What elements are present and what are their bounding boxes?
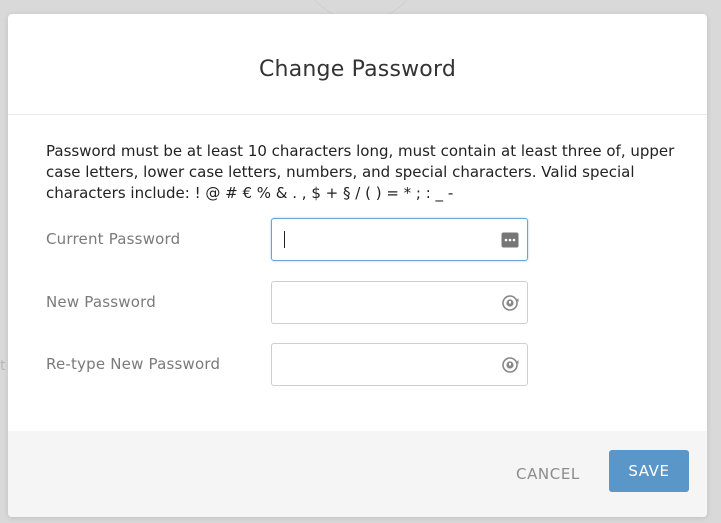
current-password-input[interactable] <box>272 219 492 260</box>
current-password-field[interactable] <box>271 218 528 261</box>
save-button[interactable]: SAVE <box>609 450 689 492</box>
current-password-label: Current Password <box>46 230 181 248</box>
password-generate-icon[interactable] <box>501 356 519 374</box>
retype-password-field[interactable] <box>271 343 528 386</box>
retype-password-label: Re-type New Password <box>46 355 221 373</box>
dialog-body: Password must be at least 10 characters … <box>8 115 707 430</box>
text-caret <box>284 231 285 248</box>
dialog-footer: CANCEL SAVE <box>8 431 707 517</box>
password-requirements-text: Password must be at least 10 characters … <box>46 142 675 202</box>
dialog-title: Change Password <box>259 56 456 82</box>
retype-password-row: Re-type New Password <box>46 343 528 386</box>
cancel-button[interactable]: CANCEL <box>502 454 594 494</box>
change-password-dialog: Change Password Password must be at leas… <box>8 14 707 517</box>
password-dots-icon[interactable] <box>501 231 519 249</box>
new-password-row: New Password <box>46 281 528 324</box>
dialog-header: Change Password <box>8 14 707 115</box>
new-password-input[interactable] <box>272 282 492 323</box>
retype-password-input[interactable] <box>272 344 492 385</box>
current-password-row: Current Password <box>46 218 528 261</box>
new-password-field[interactable] <box>271 281 528 324</box>
background-text-fragment: t <box>0 358 6 374</box>
password-generate-icon[interactable] <box>501 294 519 312</box>
new-password-label: New Password <box>46 293 156 311</box>
